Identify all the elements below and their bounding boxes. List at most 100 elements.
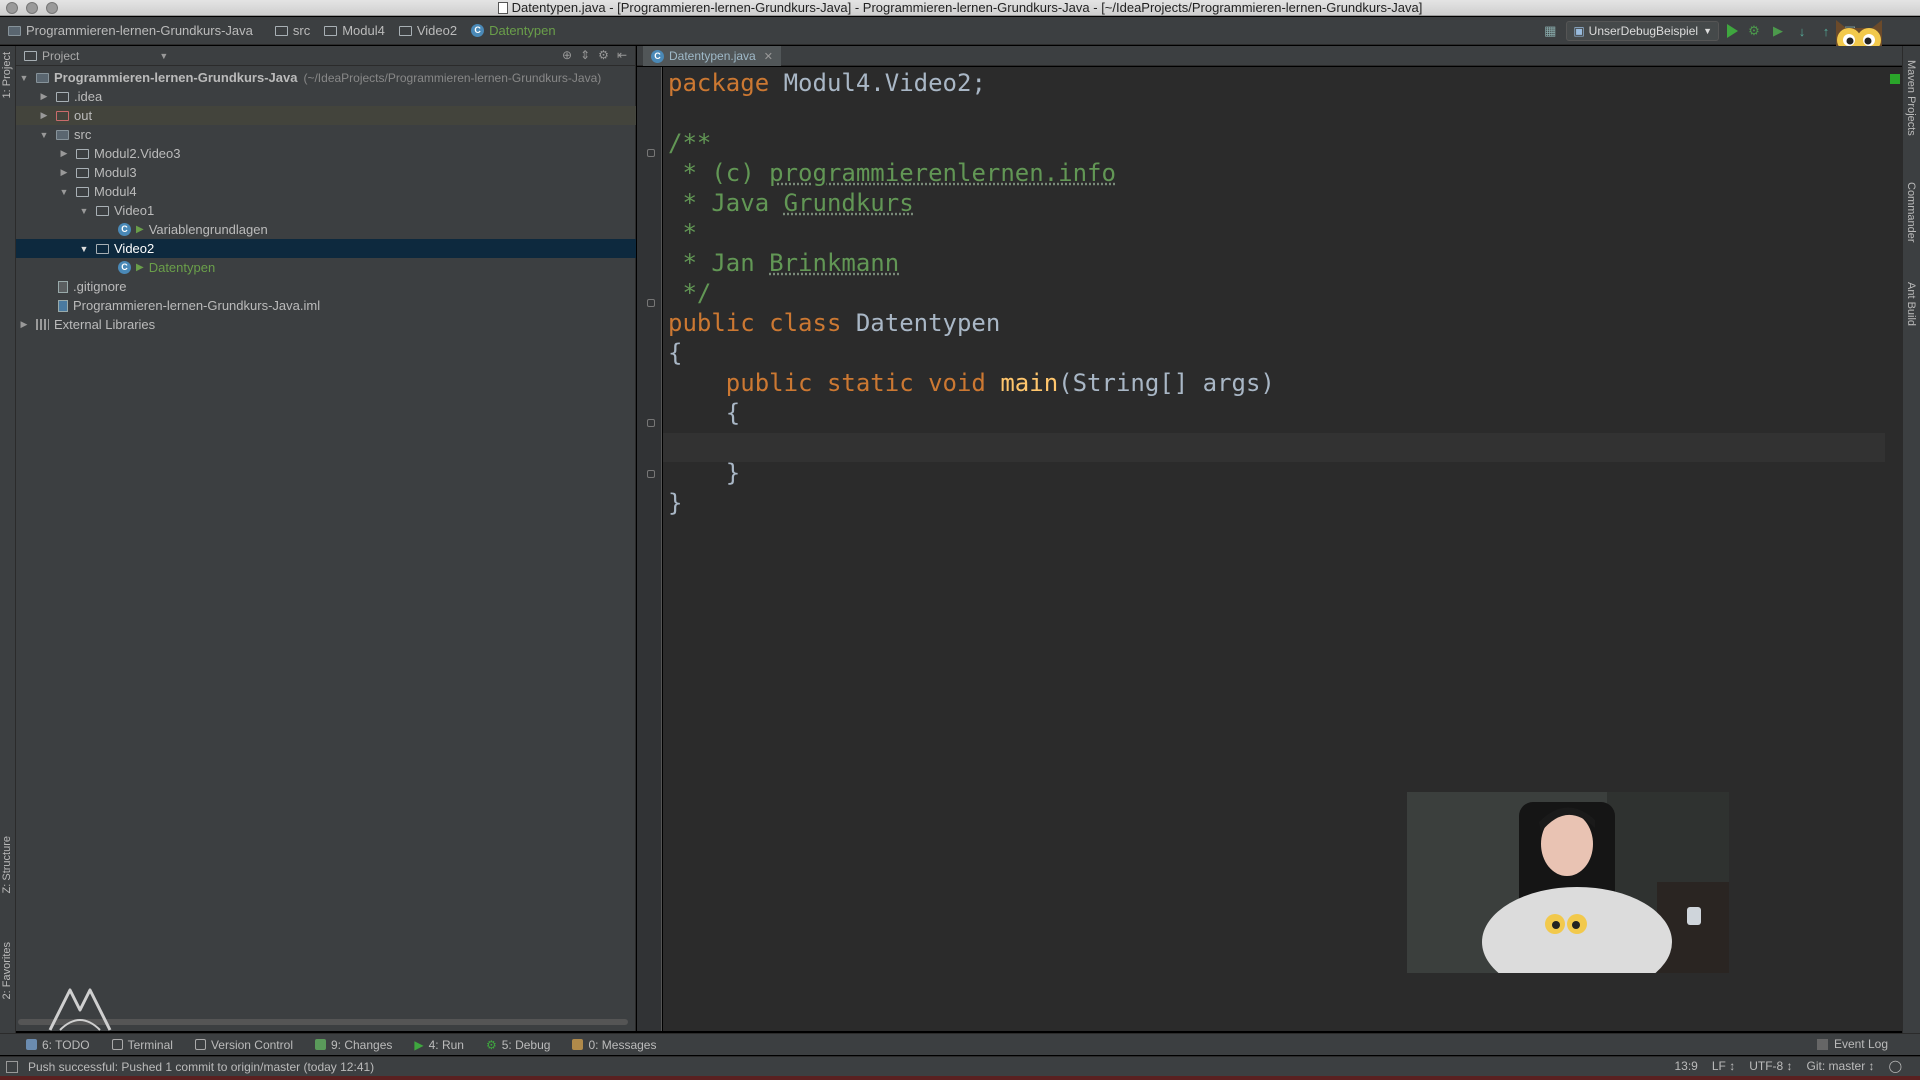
tree-node-modul4[interactable]: ▼ Modul4: [16, 182, 636, 201]
hide-tool-windows-icon[interactable]: [6, 1060, 18, 1073]
tree-node-out[interactable]: ▶ out: [16, 106, 636, 125]
folder-icon: [56, 91, 69, 102]
tree-node-external-libraries[interactable]: ▶ External Libraries: [16, 315, 636, 334]
project-folder-icon: [8, 25, 21, 36]
version-control-icon: [194, 1039, 206, 1050]
code-line: }: [668, 459, 741, 487]
breadcrumb-modul4[interactable]: Modul4: [324, 23, 391, 38]
code-line: public static void main(String[] args): [668, 369, 1275, 397]
right-tool-strip: Maven Projects Commander Ant Build: [1902, 46, 1920, 1033]
collapse-all-icon[interactable]: ⇕: [580, 48, 590, 62]
tab-commander[interactable]: Commander: [1905, 182, 1917, 243]
source-folder-icon: [56, 129, 69, 140]
zoom-window-button[interactable]: [46, 2, 58, 14]
vcs-branch[interactable]: Git: master ↕: [1807, 1059, 1875, 1073]
scroll-from-source-icon[interactable]: ⊕: [562, 48, 572, 62]
code-line: package Modul4.Video2;: [668, 69, 986, 97]
fold-marker-icon[interactable]: [647, 470, 655, 478]
collapsed-arrow-icon[interactable]: ▶: [58, 167, 70, 178]
tree-node-datentypen[interactable]: C ▶ Datentypen: [16, 258, 636, 277]
close-window-button[interactable]: [6, 2, 18, 14]
breadcrumb-video2[interactable]: Video2: [398, 23, 463, 38]
run-config-icon: ▣: [1573, 24, 1585, 38]
file-encoding[interactable]: UTF-8 ↕: [1749, 1059, 1792, 1073]
tree-node-idea[interactable]: ▶ .idea: [16, 87, 636, 106]
tab-ant-build[interactable]: Ant Build: [1905, 282, 1917, 326]
tab-datentypen-java[interactable]: C Datentypen.java ✕: [643, 46, 781, 66]
tab-project[interactable]: 1: Project: [1, 52, 13, 98]
tree-node-gitignore[interactable]: .gitignore: [16, 277, 636, 296]
expanded-arrow-icon[interactable]: ▼: [18, 73, 30, 83]
package-icon: [96, 243, 109, 254]
analysis-ok-indicator[interactable]: [1890, 74, 1900, 84]
messages-icon: [572, 1039, 584, 1050]
event-log-button[interactable]: Event Log: [1816, 1037, 1888, 1051]
editor-tab-bar: C Datentypen.java ✕: [637, 46, 1902, 66]
breadcrumb-src[interactable]: src: [274, 23, 316, 38]
collapsed-arrow-icon[interactable]: ▶: [38, 110, 50, 121]
tool-version-control[interactable]: Version Control: [194, 1038, 293, 1052]
run-configuration-select[interactable]: ▣ UnserDebugBeispiel ▼: [1566, 21, 1719, 41]
hide-panel-icon[interactable]: ⇤: [617, 48, 627, 62]
tree-node-video1[interactable]: ▼ Video1: [16, 201, 636, 220]
project-view-selector[interactable]: Project: [42, 49, 79, 63]
tree-node-project-root[interactable]: ▼ Programmieren-lernen-Grundkurs-Java (~…: [16, 68, 636, 87]
code-line: {: [668, 399, 741, 427]
chevron-down-icon[interactable]: ▼: [159, 51, 168, 61]
tab-favorites[interactable]: 2: Favorites: [1, 942, 13, 999]
tree-node-iml[interactable]: Programmieren-lernen-Grundkurs-Java.iml: [16, 296, 636, 315]
tree-node-modul3[interactable]: ▶ Modul3: [16, 163, 636, 182]
collapsed-arrow-icon[interactable]: ▶: [18, 319, 30, 330]
code-line: /**: [668, 129, 712, 157]
tab-maven-projects[interactable]: Maven Projects: [1905, 60, 1917, 136]
close-tab-icon[interactable]: ✕: [764, 50, 773, 63]
tool-debug[interactable]: ⚙ 5: Debug: [486, 1038, 550, 1052]
status-bar: Push successful: Pushed 1 commit to orig…: [0, 1056, 1920, 1076]
collapsed-arrow-icon[interactable]: ▶: [58, 148, 70, 159]
project-view-icon: [24, 50, 37, 61]
tool-messages[interactable]: 0: Messages: [572, 1038, 656, 1052]
project-panel-header: Project ▼ ⊕ ⇕ ⚙ ⇤: [16, 46, 635, 66]
run-icon[interactable]: [1727, 24, 1738, 38]
tree-node-variablengrundlagen[interactable]: C ▶ Variablengrundlagen: [16, 220, 636, 239]
excluded-folder-icon: [56, 110, 69, 121]
expanded-arrow-icon[interactable]: ▼: [78, 206, 90, 216]
tree-node-video2[interactable]: ▼ Video2: [16, 239, 636, 258]
package-icon: [76, 167, 89, 178]
tool-run[interactable]: ▶ 4: Run: [414, 1038, 464, 1052]
code-line: {: [668, 339, 683, 367]
collapsed-arrow-icon[interactable]: ▶: [38, 91, 50, 102]
breadcrumb-datentypen[interactable]: C Datentypen: [471, 23, 562, 38]
java-class-icon: C: [118, 261, 131, 274]
tool-changes[interactable]: 9: Changes: [314, 1038, 392, 1052]
editor-gutter[interactable]: [637, 67, 662, 1031]
gear-icon[interactable]: ⚙: [598, 48, 609, 62]
fold-marker-icon[interactable]: [647, 299, 655, 307]
debug-icon: ⚙: [485, 1037, 497, 1052]
runnable-icon: ▶: [136, 224, 144, 235]
expanded-arrow-icon[interactable]: ▼: [58, 187, 70, 197]
structure-icon[interactable]: ▦: [1542, 23, 1558, 39]
fold-marker-icon[interactable]: [647, 149, 655, 157]
expanded-arrow-icon[interactable]: ▼: [78, 244, 90, 254]
expanded-arrow-icon[interactable]: ▼: [38, 130, 50, 140]
minimize-window-button[interactable]: [26, 2, 38, 14]
debug-icon[interactable]: ⚙: [1746, 23, 1762, 39]
status-widgets: 13:9 LF ↕ UTF-8 ↕ Git: master ↕ ◯: [1675, 1059, 1903, 1073]
breadcrumb-project[interactable]: Programmieren-lernen-Grundkurs-Java: [8, 23, 267, 38]
coverage-icon[interactable]: ▶: [1770, 23, 1786, 39]
tab-structure[interactable]: Z: Structure: [1, 836, 13, 893]
package-icon: [76, 186, 89, 197]
lock-icon[interactable]: ◯: [1889, 1059, 1902, 1073]
tool-window-bar: 6: TODO Terminal Version Control 9: Chan…: [0, 1033, 1920, 1055]
caret-position[interactable]: 13:9: [1675, 1059, 1698, 1073]
tree-node-src[interactable]: ▼ src: [16, 125, 636, 144]
status-message[interactable]: Push successful: Pushed 1 commit to orig…: [28, 1060, 374, 1074]
tool-terminal[interactable]: Terminal: [111, 1038, 173, 1052]
java-class-icon: C: [651, 49, 664, 63]
fold-marker-icon[interactable]: [647, 419, 655, 427]
tree-node-modul2-video3[interactable]: ▶ Modul2.Video3: [16, 144, 636, 163]
tool-todo[interactable]: 6: TODO: [26, 1038, 90, 1052]
vcs-update-icon[interactable]: ↓: [1794, 23, 1810, 39]
line-separator[interactable]: LF ↕: [1712, 1059, 1735, 1073]
